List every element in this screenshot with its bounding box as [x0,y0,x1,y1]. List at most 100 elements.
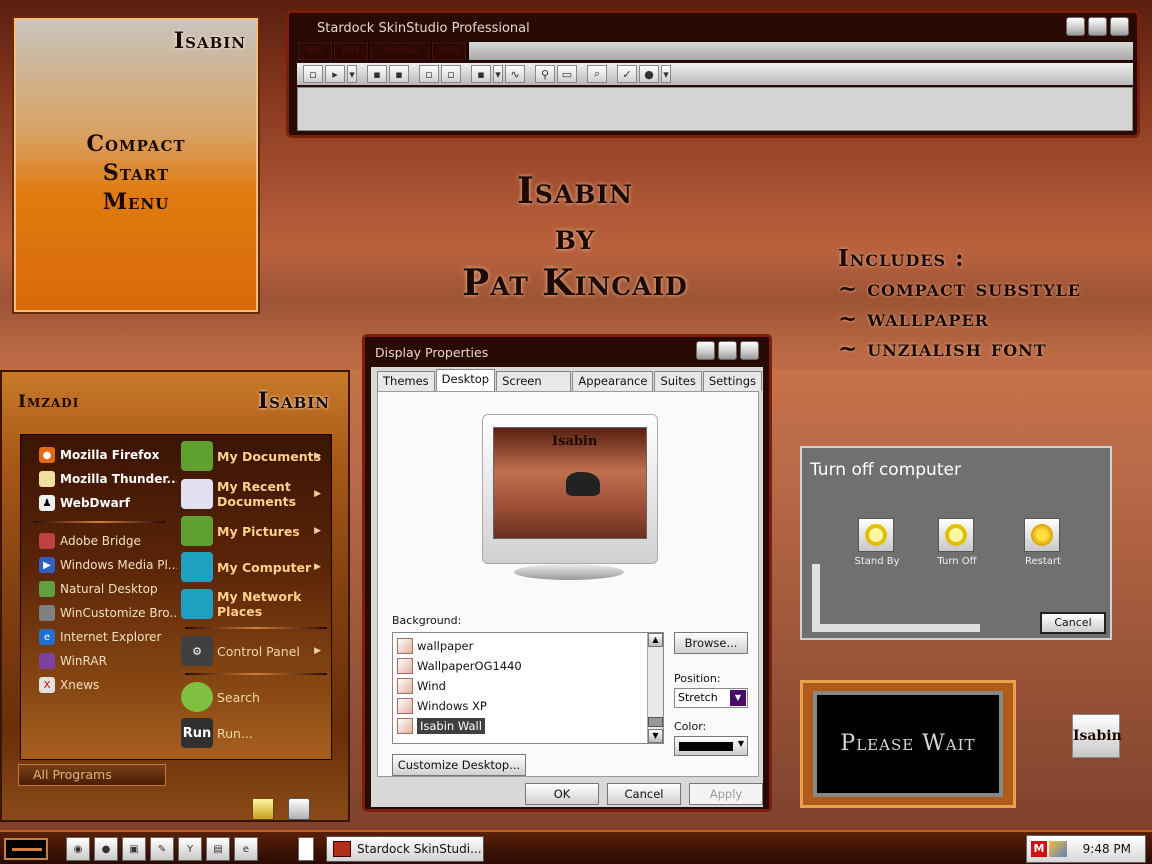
start-button[interactable] [4,838,48,860]
list-item[interactable]: ● Mozilla Firefox [21,443,177,467]
my-computer-item[interactable]: My Computer ▶ [179,549,333,585]
list-item[interactable]: wallpaper [393,636,663,655]
tab-themes[interactable]: Themes [377,371,435,391]
tab-appearance[interactable]: Appearance [572,371,654,391]
scroll-thumb[interactable] [648,717,663,727]
globe-icon[interactable]: ● [639,65,659,83]
background-list[interactable]: wallpaper WallpaperOG1440 Wind Windows X… [392,632,664,744]
paste-icon[interactable]: ▫ [441,65,461,83]
show-desktop-icon[interactable] [298,837,314,861]
outlook-icon[interactable]: ◉ [66,837,90,861]
log-off-key-icon[interactable] [252,798,274,820]
firefox-icon[interactable]: ● [94,837,118,861]
list-item-selected[interactable]: Isabin Wall [393,716,663,735]
tools-icon[interactable]: Y [178,837,202,861]
cancel-button[interactable]: Cancel [607,783,681,805]
feather-icon[interactable]: ✎ [150,837,174,861]
position-select[interactable]: Stretch ▼ [674,688,748,708]
my-network-places-item[interactable]: My Network Places [179,585,333,623]
scroll-down-icon[interactable]: ▼ [648,729,663,743]
chevron-down-icon[interactable]: ▾ [661,65,671,83]
list-item[interactable]: Adobe Bridge [21,529,177,553]
isabin-small-logo: Isabin [1072,714,1122,758]
my-documents-item[interactable]: My Documents ▶ [179,437,333,475]
list-item[interactable]: Windows XP [393,696,663,715]
save-icon[interactable]: ▪ [367,65,387,83]
panel-title: Compact Start Menu [14,130,258,217]
tab-settings[interactable]: Settings [702,371,762,391]
internet-explorer-icon: e [39,629,55,645]
apply-button[interactable]: Apply [689,783,763,805]
menu-edit[interactable]: Edit [334,42,368,60]
stand-by-button[interactable] [858,518,894,552]
thunderbird-icon [39,471,55,487]
divider [33,521,165,523]
maximize-button[interactable] [1088,17,1107,36]
browse-button[interactable]: Browse... [674,632,748,654]
customize-desktop-button[interactable]: Customize Desktop... [392,754,526,776]
start-line-icon [12,848,42,851]
ie-icon[interactable]: e [234,837,258,861]
mcafee-icon[interactable]: M [1031,841,1047,857]
color-swatch [679,742,733,751]
new-icon[interactable]: ▫ [303,65,323,83]
turn-off-icon [945,524,967,546]
close-button[interactable] [1110,17,1129,36]
list-item[interactable]: WinCustomize Bro... [21,601,177,625]
list-item[interactable]: Mozilla Thunder... [21,467,177,491]
cancel-button[interactable]: Cancel [1040,612,1106,634]
properties-icon[interactable]: ▪ [471,65,491,83]
ok-button[interactable]: OK [525,783,599,805]
minimize-button[interactable] [1066,17,1085,36]
color-picker-button[interactable]: ▼ [674,736,748,756]
network-icon[interactable] [1049,841,1067,857]
my-recent-documents-item[interactable]: My Recent Documents ▶ [179,475,333,513]
search-item[interactable]: Search [179,679,333,715]
list-item[interactable]: ▶ Windows Media Pl... [21,553,177,577]
list-item[interactable]: e Internet Explorer [21,625,177,649]
list-item[interactable]: Wind [393,676,663,695]
checklist-icon[interactable]: ✓ [617,65,637,83]
headline-line: Isabin [517,170,633,212]
tab-desktop[interactable]: Desktop [435,369,496,391]
run-item[interactable]: Run Run... [179,715,333,751]
save-all-icon[interactable]: ▪ [389,65,409,83]
skinstudio-window: Stardock SkinStudio Professional File Ed… [286,10,1140,138]
test-icon[interactable]: ∿ [505,65,525,83]
tab-suites[interactable]: Suites [654,371,702,391]
maximize-button[interactable] [718,341,737,360]
chevron-down-icon: ▼ [730,690,746,706]
tab-screen-saver[interactable]: Screen Saver [496,371,572,407]
folder-icon[interactable]: ▭ [557,65,577,83]
clock[interactable]: 9:48 PM [1083,842,1131,856]
my-pictures-item[interactable]: My Pictures ▶ [179,513,333,549]
restart-button[interactable] [1024,518,1060,552]
explorer-icon[interactable]: ▣ [122,837,146,861]
chevron-right-icon: ▶ [314,451,321,461]
stand-by-icon [865,524,887,546]
turn-off-button[interactable] [938,518,974,552]
copy-icon[interactable]: ▫ [419,65,439,83]
power-icon[interactable] [288,798,310,820]
search-icon[interactable]: ⚲ [535,65,555,83]
control-panel-item[interactable]: ⚙ Control Panel ▶ [179,633,333,669]
list-item[interactable]: X Xnews [21,673,177,697]
chevron-down-icon[interactable]: ▾ [493,65,503,83]
menu-help[interactable]: Help [432,42,466,60]
menu-file[interactable]: File [298,42,332,60]
scroll-up-icon[interactable]: ▲ [648,633,663,647]
open-icon[interactable]: ▸ [325,65,345,83]
image-icon[interactable]: ▤ [206,837,230,861]
list-item[interactable]: ♟ WebDwarf [21,491,177,515]
list-item[interactable]: WinRAR [21,649,177,673]
all-programs-button[interactable]: All Programs [18,764,166,786]
taskbar-button-skinstudio[interactable]: Stardock SkinStudi... [326,836,484,862]
minimize-button[interactable] [696,341,715,360]
chevron-down-icon[interactable]: ▾ [347,65,357,83]
list-item[interactable]: WallpaperOG1440 [393,656,663,675]
preview-icon[interactable]: ⌕ [587,65,607,83]
menu-window[interactable]: Window [370,42,430,60]
close-button[interactable] [740,341,759,360]
list-item[interactable]: Natural Desktop [21,577,177,601]
scrollbar[interactable]: ▲ ▼ [647,633,663,743]
